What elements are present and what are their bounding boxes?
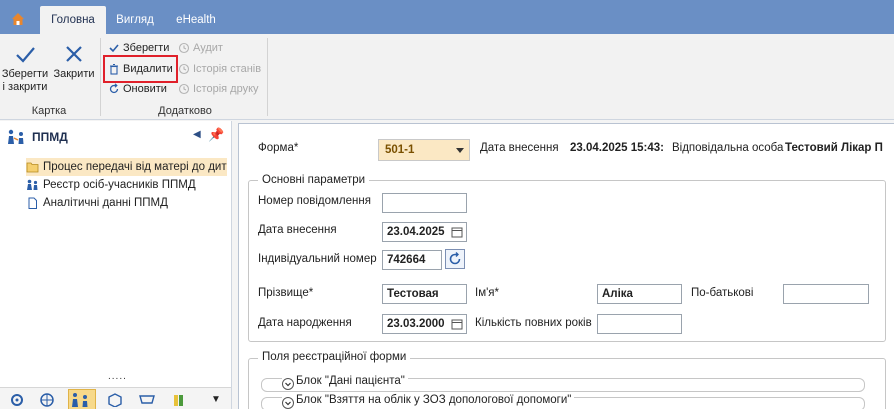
tree-item-registry[interactable]: Реєстр осіб-учасників ППМД xyxy=(26,176,196,194)
close-icon xyxy=(66,46,82,62)
patronymic-input[interactable] xyxy=(783,284,869,304)
tree-item-transfer-process[interactable]: Процес передачі від матері до дитини xyxy=(26,158,227,176)
close-button[interactable]: Закрити xyxy=(50,40,98,81)
refresh-label: Оновити xyxy=(123,83,167,95)
refresh-icon xyxy=(109,83,119,94)
left-panel: ППМД ◀ 📌 Процес передачі від матері до д… xyxy=(0,121,232,409)
surname-input[interactable]: Тестовая xyxy=(382,284,467,304)
save-close-label: Зберегти і закрити xyxy=(1,68,49,93)
surname-label: Прізвище* xyxy=(258,287,314,299)
calendar-icon[interactable] xyxy=(451,318,463,330)
block-title: Блок "Взяття на облік у ЗОЗ допологової … xyxy=(296,394,572,406)
form-panel: Форма* 501-1 Дата внесення 23.04.2025 15… xyxy=(238,123,894,409)
full-years-label: Кількість повних років xyxy=(475,317,592,329)
tab-view[interactable]: Вигляд xyxy=(110,6,160,34)
tab-ehealth[interactable]: eHealth xyxy=(164,6,228,34)
group-label-extra: Додатково xyxy=(158,105,212,117)
module-switcher: ▼ xyxy=(0,387,231,409)
birth-date-input[interactable]: 23.03.2000 xyxy=(382,314,467,334)
block-registration-toggle[interactable]: Блок "Взяття на облік у ЗОЗ допологової … xyxy=(282,394,575,409)
block-registration: Блок "Взяття на облік у ЗОЗ допологової … xyxy=(261,394,865,409)
entry-date-field-label: Дата внесення xyxy=(258,224,337,236)
form-select[interactable]: 501-1 xyxy=(378,139,470,161)
block-patient-data-toggle[interactable]: Блок "Дані пацієнта" xyxy=(282,375,408,390)
refresh-icon xyxy=(449,252,461,265)
print-history-button[interactable]: Історія друку xyxy=(178,80,259,98)
folder-icon xyxy=(26,162,39,173)
ribbon-tabs: Головна Вигляд eHealth xyxy=(0,0,894,34)
tree-item-label: Реєстр осіб-учасників ППМД xyxy=(43,179,196,191)
splitter-dots[interactable]: ..... xyxy=(108,371,127,382)
form-select-value: 501-1 xyxy=(385,144,415,156)
save-label: Зберегти xyxy=(123,42,170,54)
chevron-down-icon xyxy=(456,148,464,153)
birth-date-value: 23.03.2000 xyxy=(387,318,445,330)
close-label: Закрити xyxy=(53,68,95,80)
name-input[interactable]: Аліка xyxy=(597,284,682,304)
tab-home[interactable] xyxy=(4,4,32,34)
calendar-icon[interactable] xyxy=(451,226,463,238)
state-history-button[interactable]: Історія станів xyxy=(178,60,261,78)
group-label-card: Картка xyxy=(31,105,67,117)
checkmark-icon xyxy=(109,44,119,53)
pin-icon[interactable]: 📌 xyxy=(208,127,224,143)
panel-title: ППМД xyxy=(6,129,68,147)
audit-button[interactable]: Аудит xyxy=(178,39,223,57)
checkmark-icon xyxy=(16,47,35,63)
entry-date-value: 23.04.2025 xyxy=(387,226,445,238)
state-history-label: Історія станів xyxy=(193,63,262,75)
highlight-box xyxy=(103,55,178,83)
home-icon xyxy=(12,13,24,25)
people-icon xyxy=(27,179,38,190)
block-patient-data: Блок "Дані пацієнта" xyxy=(261,375,865,392)
block-title: Блок "Дані пацієнта" xyxy=(296,375,405,387)
individual-number-label: Індивідуальний номер xyxy=(258,253,377,265)
tree-item-analytics[interactable]: Аналітичні данні ППМД xyxy=(26,194,168,212)
more-modules-icon[interactable]: ▼ xyxy=(205,391,227,409)
tab-main[interactable]: Головна xyxy=(40,6,106,34)
responsible-value: Тестовий Лікар П xyxy=(785,142,883,154)
module-family-icon[interactable] xyxy=(68,389,96,409)
collapse-panel-icon[interactable]: ◀ xyxy=(193,129,201,140)
module-gear-icon[interactable] xyxy=(8,391,30,409)
panel-title-label: ППМД xyxy=(32,130,68,144)
birth-date-label: Дата народження xyxy=(258,317,352,329)
entry-datetime: 23.04.2025 15:43: xyxy=(570,142,664,154)
module-box-icon[interactable] xyxy=(106,391,128,409)
patronymic-label: По-батькові xyxy=(691,287,754,299)
ribbon-separator xyxy=(100,38,101,116)
family-icon xyxy=(8,129,24,144)
module-book-icon[interactable] xyxy=(170,391,192,409)
clock-icon xyxy=(178,42,190,54)
reg-fields-legend: Поля реєстраційної форми xyxy=(258,351,411,363)
msg-number-input[interactable] xyxy=(382,193,467,213)
print-history-label: Історія друку xyxy=(193,83,259,95)
responsible-label: Відповідальна особа xyxy=(672,142,784,154)
tree-item-label: Процес передачі від матері до дитини xyxy=(43,161,227,173)
main-params-legend: Основні параметри xyxy=(258,174,370,186)
save-close-button[interactable]: Зберегти і закрити xyxy=(0,40,50,94)
document-icon xyxy=(28,197,37,209)
msg-number-label: Номер повідомлення xyxy=(258,195,371,207)
clock-icon xyxy=(178,83,190,95)
chevron-down-icon xyxy=(282,378,294,390)
form-label: Форма* xyxy=(258,142,299,154)
tree-item-label: Аналітичні данні ППМД xyxy=(43,197,168,209)
full-years-input[interactable] xyxy=(597,314,682,334)
regenerate-number-button[interactable] xyxy=(445,249,465,269)
ribbon-separator xyxy=(267,38,268,116)
module-network-icon[interactable] xyxy=(38,391,60,409)
entry-date-label: Дата внесення xyxy=(480,142,559,154)
module-cart-icon[interactable] xyxy=(138,391,160,409)
clock-icon xyxy=(178,63,190,75)
individual-number-input[interactable]: 742664 xyxy=(382,250,442,270)
audit-label: Аудит xyxy=(193,42,223,54)
name-label: Ім'я* xyxy=(475,287,499,299)
entry-date-input[interactable]: 23.04.2025 xyxy=(382,222,467,242)
ribbon: Зберегти і закрити Закрити Картка Зберег… xyxy=(0,34,894,120)
chevron-down-icon xyxy=(282,397,294,409)
